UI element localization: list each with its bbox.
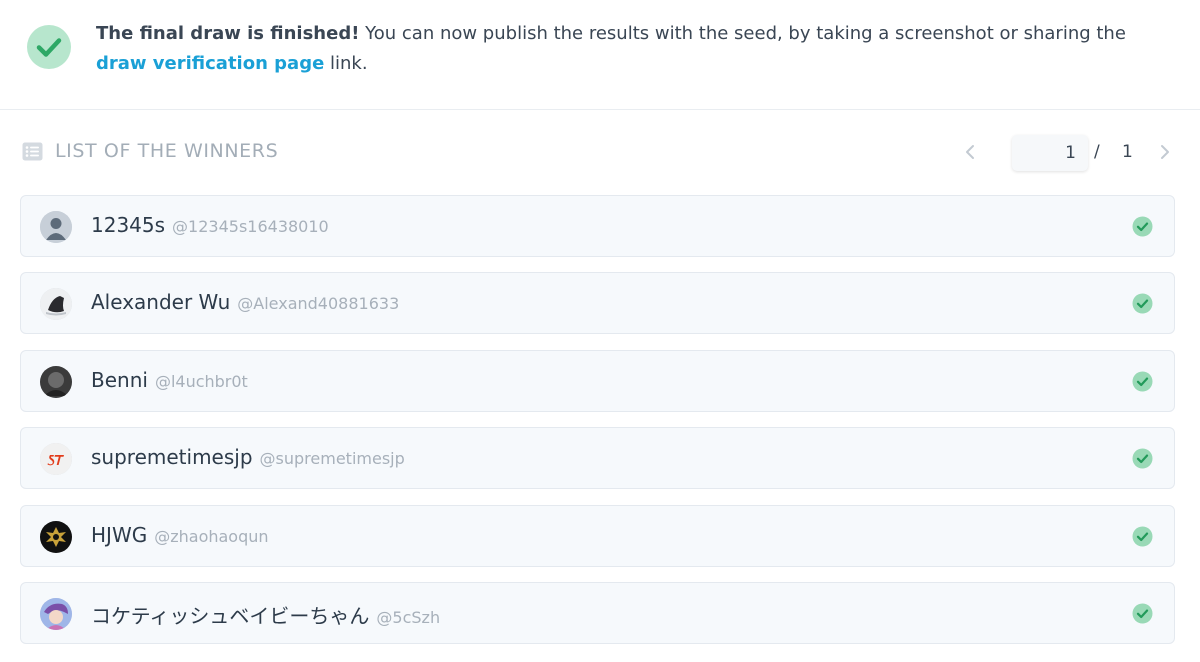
winner-name: HJWG — [91, 522, 148, 547]
winner-handle: @12345s16438010 — [172, 217, 329, 236]
success-message: The final draw is finished! You can now … — [96, 19, 1176, 79]
winner-row[interactable]: Benni @l4uchbr0t — [20, 349, 1175, 412]
winner-name: Benni — [91, 367, 148, 392]
winner-handle: @5cSzh — [376, 607, 441, 627]
sneaker-avatar — [40, 288, 72, 321]
verified-check-icon — [1132, 371, 1153, 392]
draw-verification-link[interactable]: draw verification page — [96, 53, 324, 74]
page-number-input[interactable] — [1012, 135, 1088, 171]
chevron-right-icon[interactable] — [1153, 141, 1175, 163]
success-banner: The final draw is finished! You can now … — [0, 0, 1200, 110]
success-check-icon — [27, 25, 71, 69]
success-message-bold: The final draw is finished! — [96, 23, 360, 44]
winner-row[interactable]: 12345s @12345s16438010 — [20, 195, 1175, 257]
winners-list-title: LIST OF THE WINNERS — [55, 140, 279, 162]
winner-handle: @Alexand40881633 — [237, 294, 400, 314]
winner-handle: @zhaohaoqun — [154, 526, 269, 546]
winner-name: Alexander Wu — [91, 290, 231, 315]
st-logo-avatar — [40, 443, 72, 476]
winner-handle: @supremetimesjp — [259, 449, 405, 469]
winner-name: コケティッシュベイビーちゃん — [91, 603, 370, 628]
pagination: / 1 — [960, 130, 1200, 174]
winner-name: supremetimesjp — [91, 445, 253, 470]
gold-emblem-avatar — [40, 520, 72, 553]
success-message-body: You can now publish the results with the… — [359, 23, 1126, 44]
winner-handle: @l4uchbr0t — [154, 371, 248, 391]
default-user-avatar — [40, 211, 72, 243]
winner-row[interactable]: Alexander Wu @Alexand40881633 — [20, 272, 1175, 335]
success-message-tail: link. — [324, 53, 368, 74]
verified-check-icon — [1132, 448, 1153, 469]
verified-check-icon — [1132, 603, 1153, 624]
verified-check-icon — [1132, 293, 1153, 314]
page-separator: / — [1094, 142, 1100, 162]
verified-check-icon — [1132, 526, 1153, 547]
winner-row[interactable]: コケティッシュベイビーちゃん @5cSzh — [20, 581, 1175, 644]
winner-row[interactable]: supremetimesjp @supremetimesjp — [20, 427, 1175, 490]
chevron-left-icon[interactable] — [960, 141, 982, 163]
winner-row[interactable]: HJWG @zhaohaoqun — [20, 504, 1175, 567]
dark-photo-avatar — [40, 365, 72, 398]
list-icon — [22, 141, 43, 162]
anime-avatar — [40, 597, 72, 630]
total-pages: 1 — [1122, 142, 1133, 162]
winner-name: 12345s — [91, 213, 166, 237]
winners-list: 12345s @12345s16438010 Alexander Wu @Alexa… — [20, 195, 1175, 659]
verified-check-icon — [1132, 216, 1153, 237]
